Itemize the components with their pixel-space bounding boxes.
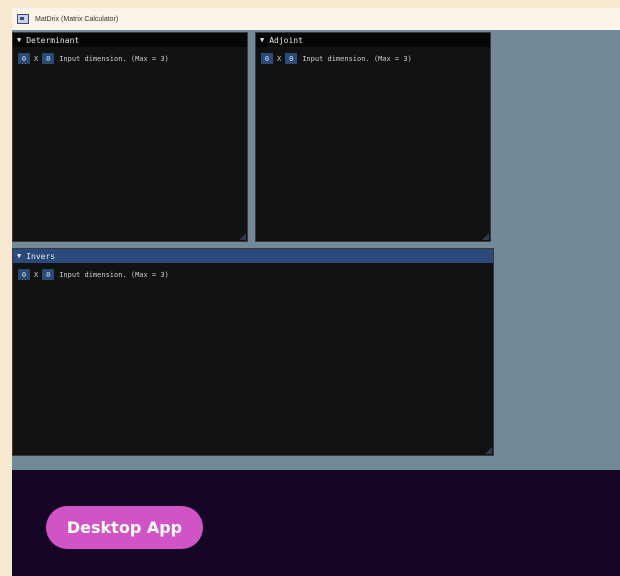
determinant-rows-input[interactable]: 0 (18, 53, 30, 64)
title-bar: MatDrix (Matrix Calculator) (12, 8, 620, 31)
times-label: X (34, 270, 39, 279)
adjoint-dimension-hint: Input dimension. (Max = 3) (302, 54, 412, 63)
invers-panel: ▼ Invers 0 X 0 Input dimension. (Max = 3… (12, 248, 494, 456)
window-icon (17, 14, 29, 24)
invers-panel-title: Invers (26, 251, 56, 261)
desktop-app-button[interactable]: Desktop App (46, 506, 203, 549)
determinant-panel-header[interactable]: ▼ Determinant (13, 33, 247, 47)
adjoint-panel-header[interactable]: ▼ Adjoint (256, 33, 490, 47)
window-title: MatDrix (Matrix Calculator) (35, 15, 119, 23)
times-label: X (277, 54, 282, 63)
resize-grip-icon[interactable] (485, 447, 492, 454)
determinant-dimension-row: 0 X 0 Input dimension. (Max = 3) (18, 53, 247, 64)
adjoint-cols-input[interactable]: 0 (285, 53, 298, 64)
triangle-down-icon[interactable]: ▼ (260, 36, 264, 44)
triangle-down-icon[interactable]: ▼ (17, 252, 21, 260)
adjoint-panel: ▼ Adjoint 0 X 0 Input dimension. (Max = … (255, 32, 491, 242)
resize-grip-icon[interactable] (239, 233, 246, 240)
determinant-panel-title: Determinant (26, 35, 80, 45)
invers-cols-input[interactable]: 0 (42, 269, 55, 280)
determinant-dimension-hint: Input dimension. (Max = 3) (59, 54, 169, 63)
invers-rows-input[interactable]: 0 (18, 269, 30, 280)
determinant-cols-input[interactable]: 0 (42, 53, 55, 64)
invers-panel-header[interactable]: ▼ Invers (13, 249, 493, 263)
determinant-panel: ▼ Determinant 0 X 0 Input dimension. (Ma… (12, 32, 248, 242)
invers-dimension-row: 0 X 0 Input dimension. (Max = 3) (18, 269, 493, 280)
resize-grip-icon[interactable] (482, 233, 489, 240)
triangle-down-icon[interactable]: ▼ (17, 36, 21, 44)
adjoint-rows-input[interactable]: 0 (261, 53, 273, 64)
adjoint-dimension-row: 0 X 0 Input dimension. (Max = 3) (261, 53, 490, 64)
invers-dimension-hint: Input dimension. (Max = 3) (59, 270, 169, 279)
footer-banner: Desktop App (12, 470, 620, 576)
times-label: X (34, 54, 39, 63)
adjoint-panel-title: Adjoint (269, 35, 303, 45)
workspace: ▼ Determinant 0 X 0 Input dimension. (Ma… (12, 30, 620, 470)
